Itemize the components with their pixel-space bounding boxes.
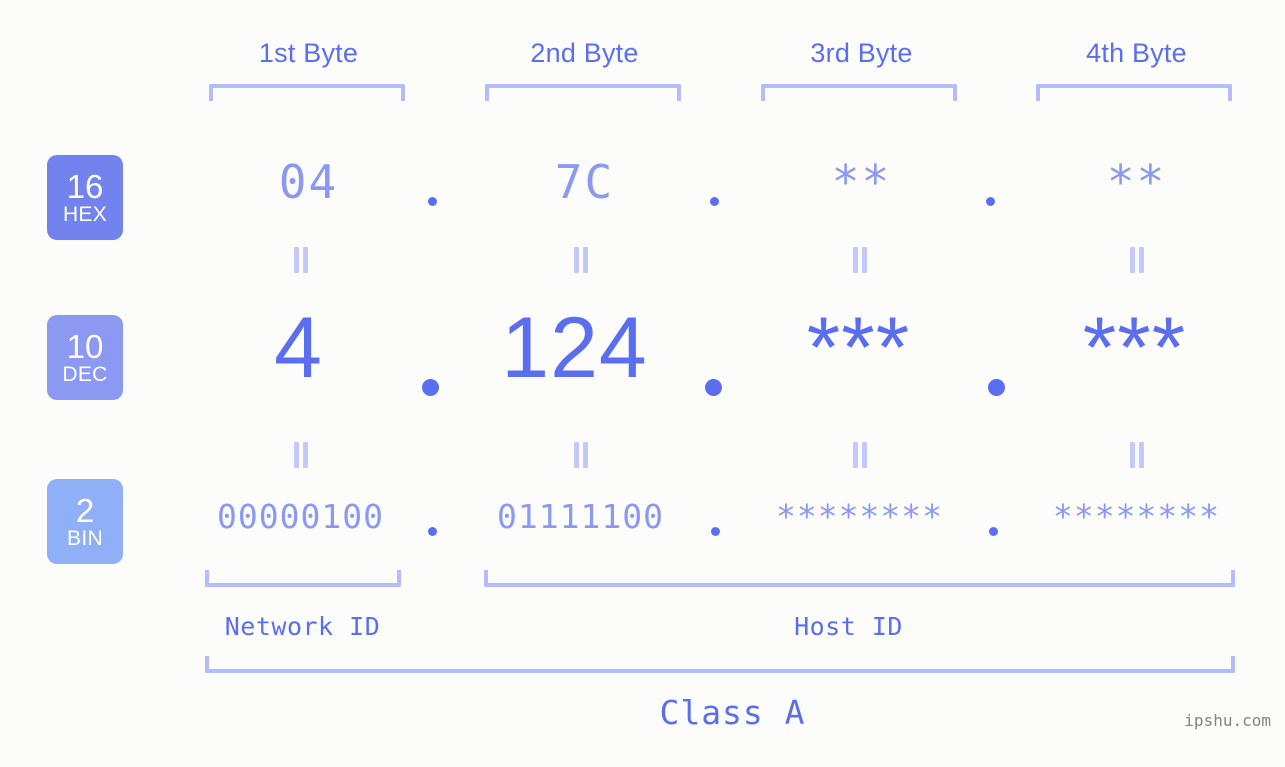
equals-sign-dec-bin-3	[851, 442, 869, 468]
radix-badge-bin-number: 2	[75, 491, 95, 529]
dec-value-byte-4: ***	[1082, 300, 1187, 396]
bin-value-byte-4: ********	[1053, 497, 1220, 536]
equals-sign-hex-dec-3	[851, 247, 869, 273]
dec-value-byte-1: 4	[274, 300, 323, 396]
hex-value-byte-4: **	[1106, 155, 1167, 209]
bin-dot-1	[428, 527, 437, 536]
byte-header-2: 2nd Byte	[530, 38, 639, 68]
bin-value-byte-3: ********	[776, 497, 943, 536]
host-id-label: Host ID	[794, 612, 903, 641]
radix-badge-hex-system: HEX	[62, 202, 108, 226]
equals-sign-dec-bin-2	[572, 442, 590, 468]
byte-bracket-top-4	[1036, 84, 1232, 101]
equals-sign-dec-bin-4	[1128, 442, 1146, 468]
radix-badge-bin: 2 BIN	[47, 479, 123, 564]
radix-badge-dec-system: DEC	[62, 362, 108, 386]
radix-badge-hex-number: 16	[66, 167, 104, 205]
hex-value-byte-2: 7C	[554, 155, 615, 209]
equals-sign-hex-dec-1	[292, 247, 310, 273]
dec-value-byte-2: 124	[501, 300, 648, 396]
byte-bracket-top-3	[761, 84, 957, 101]
hex-dot-2	[710, 197, 719, 206]
byte-header-1: 1st Byte	[258, 38, 359, 68]
equals-sign-hex-dec-4	[1128, 247, 1146, 273]
network-id-bracket	[205, 570, 401, 587]
class-bracket	[205, 656, 1235, 673]
byte-header-3: 3rd Byte	[810, 38, 913, 68]
radix-badge-hex: 16 HEX	[47, 155, 123, 240]
bin-value-byte-1: 00000100	[217, 497, 384, 536]
network-id-label: Network ID	[224, 612, 381, 641]
dec-dot-2	[705, 379, 722, 396]
bin-dot-3	[989, 527, 998, 536]
radix-badge-bin-system: BIN	[67, 526, 103, 550]
dec-dot-3	[988, 379, 1005, 396]
watermark: ipshu.com	[1184, 711, 1271, 730]
ip-breakdown-diagram: 1st Byte 2nd Byte 3rd Byte 4th Byte 16 H…	[0, 0, 1285, 767]
radix-badge-dec: 10 DEC	[47, 315, 123, 400]
hex-value-byte-1: 04	[278, 155, 339, 209]
bin-value-byte-2: 01111100	[497, 497, 664, 536]
hex-value-byte-3: **	[831, 155, 892, 209]
equals-sign-dec-bin-1	[292, 442, 310, 468]
host-id-bracket	[484, 570, 1235, 587]
radix-badge-dec-number: 10	[66, 327, 104, 365]
byte-bracket-top-1	[209, 84, 405, 101]
bin-dot-2	[711, 527, 720, 536]
byte-header-4: 4th Byte	[1086, 38, 1187, 68]
dec-value-byte-3: ***	[806, 300, 911, 396]
byte-bracket-top-2	[485, 84, 681, 101]
class-label: Class A	[659, 693, 806, 732]
hex-dot-1	[428, 197, 437, 206]
equals-sign-hex-dec-2	[572, 247, 590, 273]
hex-dot-3	[986, 197, 995, 206]
dec-dot-1	[422, 379, 439, 396]
